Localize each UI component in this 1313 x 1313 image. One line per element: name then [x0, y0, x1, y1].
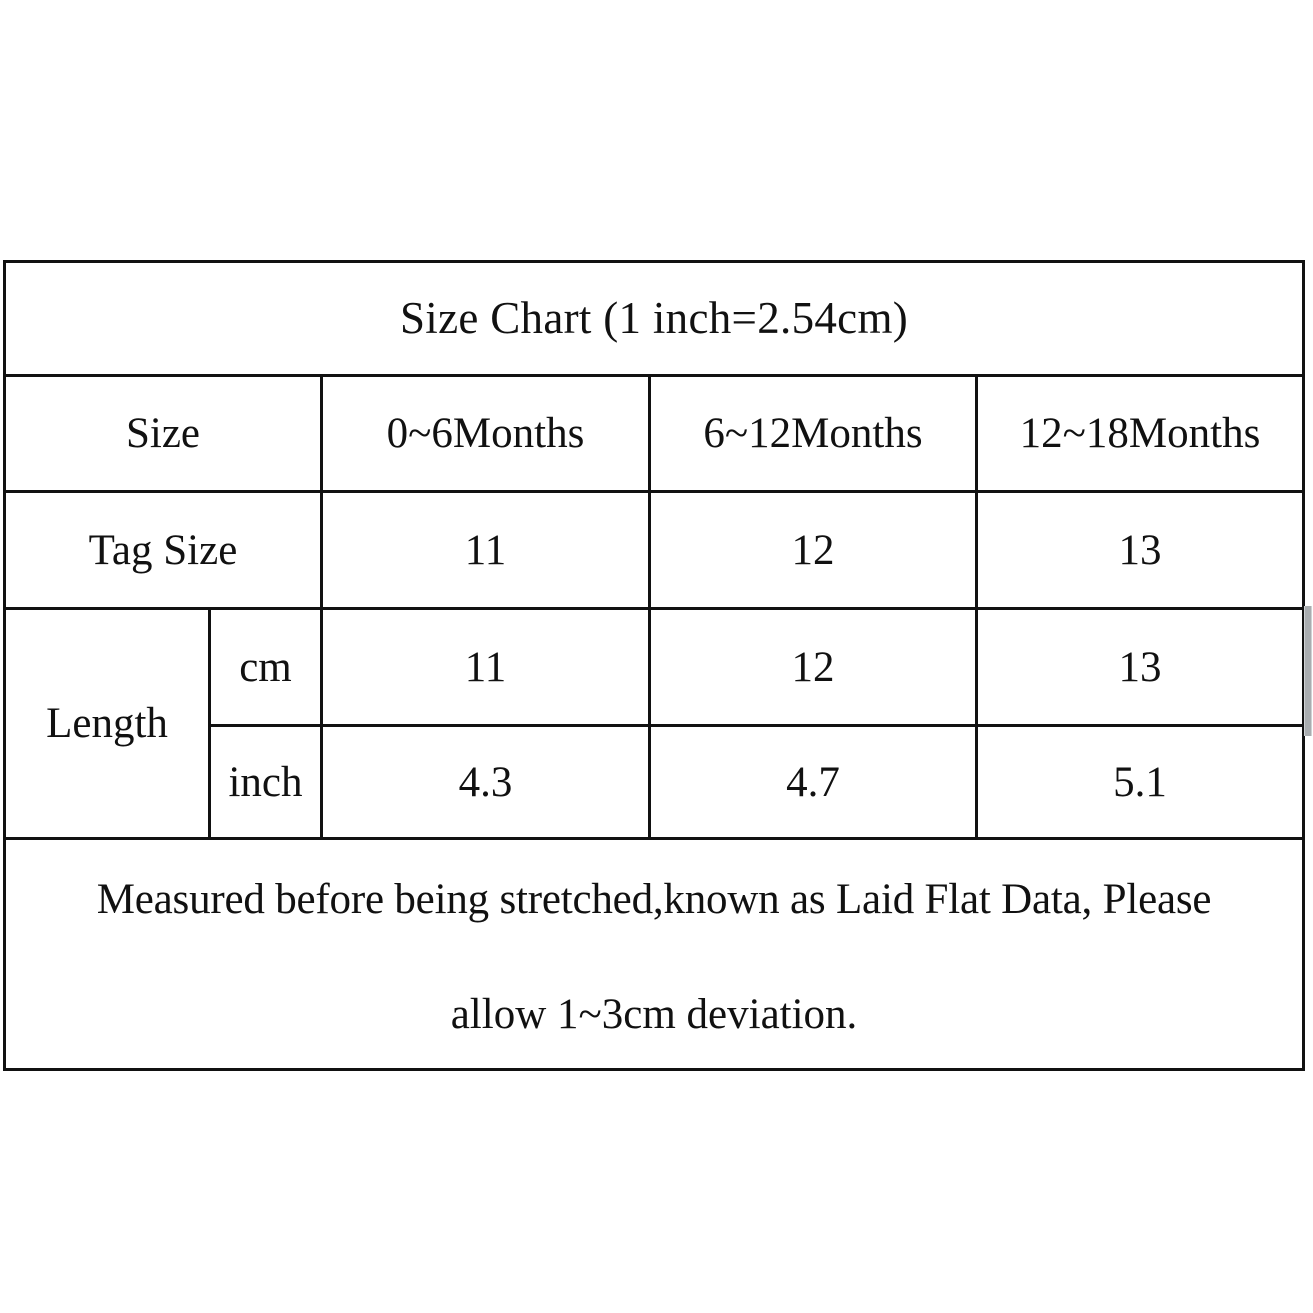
measurement-note-line-2: allow 1~3cm deviation.	[450, 991, 858, 1038]
page-canvas: Size Chart (1 inch=2.54cm) Size 0~6Month…	[0, 0, 1313, 1313]
length-cm-value-6-12: 12	[648, 607, 978, 727]
scrollbar-artifact[interactable]	[1304, 606, 1312, 736]
header-size-label: Size	[3, 374, 323, 493]
table-row: Length cm 11 12 13	[3, 607, 1306, 840]
length-cm-value-12-18: 13	[974, 607, 1306, 727]
tag-size-value-6-12: 12	[648, 490, 978, 610]
header-age-6-12-months: 6~12Months	[648, 374, 978, 493]
unit-label-inch: inch	[208, 724, 323, 840]
length-inch-value-6-12: 4.7	[648, 724, 978, 840]
chart-title-cell: Size Chart (1 inch=2.54cm)	[2, 260, 1306, 377]
table-note-row: Measured before being stretched,known as…	[2, 837, 1306, 1071]
table-row: Tag Size 11 12 13	[3, 490, 1306, 610]
length-cm-value-0-6: 11	[320, 607, 651, 727]
row-label-tag-size: Tag Size	[3, 490, 323, 610]
unit-label-cm: cm	[208, 607, 323, 727]
row-label-length: Length	[3, 607, 211, 840]
tag-size-value-12-18: 13	[974, 490, 1306, 610]
table-title-row: Size Chart (1 inch=2.54cm)	[2, 260, 1306, 377]
measurement-note: Measured before being stretched,known as…	[6, 840, 1302, 1068]
table-header-row: Size 0~6Months 6~12Months 12~18Months	[3, 374, 1306, 493]
header-age-12-18-months: 12~18Months	[974, 374, 1306, 493]
measurement-note-line-1: Measured before being stretched,known as…	[96, 876, 1212, 923]
tag-size-value-0-6: 11	[320, 490, 651, 610]
length-inch-value-0-6: 4.3	[320, 724, 651, 840]
header-age-0-6-months: 0~6Months	[320, 374, 651, 493]
size-chart-table: Size Chart (1 inch=2.54cm) Size 0~6Month…	[2, 260, 1306, 1071]
length-inch-value-12-18: 5.1	[974, 724, 1306, 840]
measurement-note-cell: Measured before being stretched,known as…	[2, 837, 1306, 1071]
page-title: Size Chart (1 inch=2.54cm)	[399, 292, 909, 343]
